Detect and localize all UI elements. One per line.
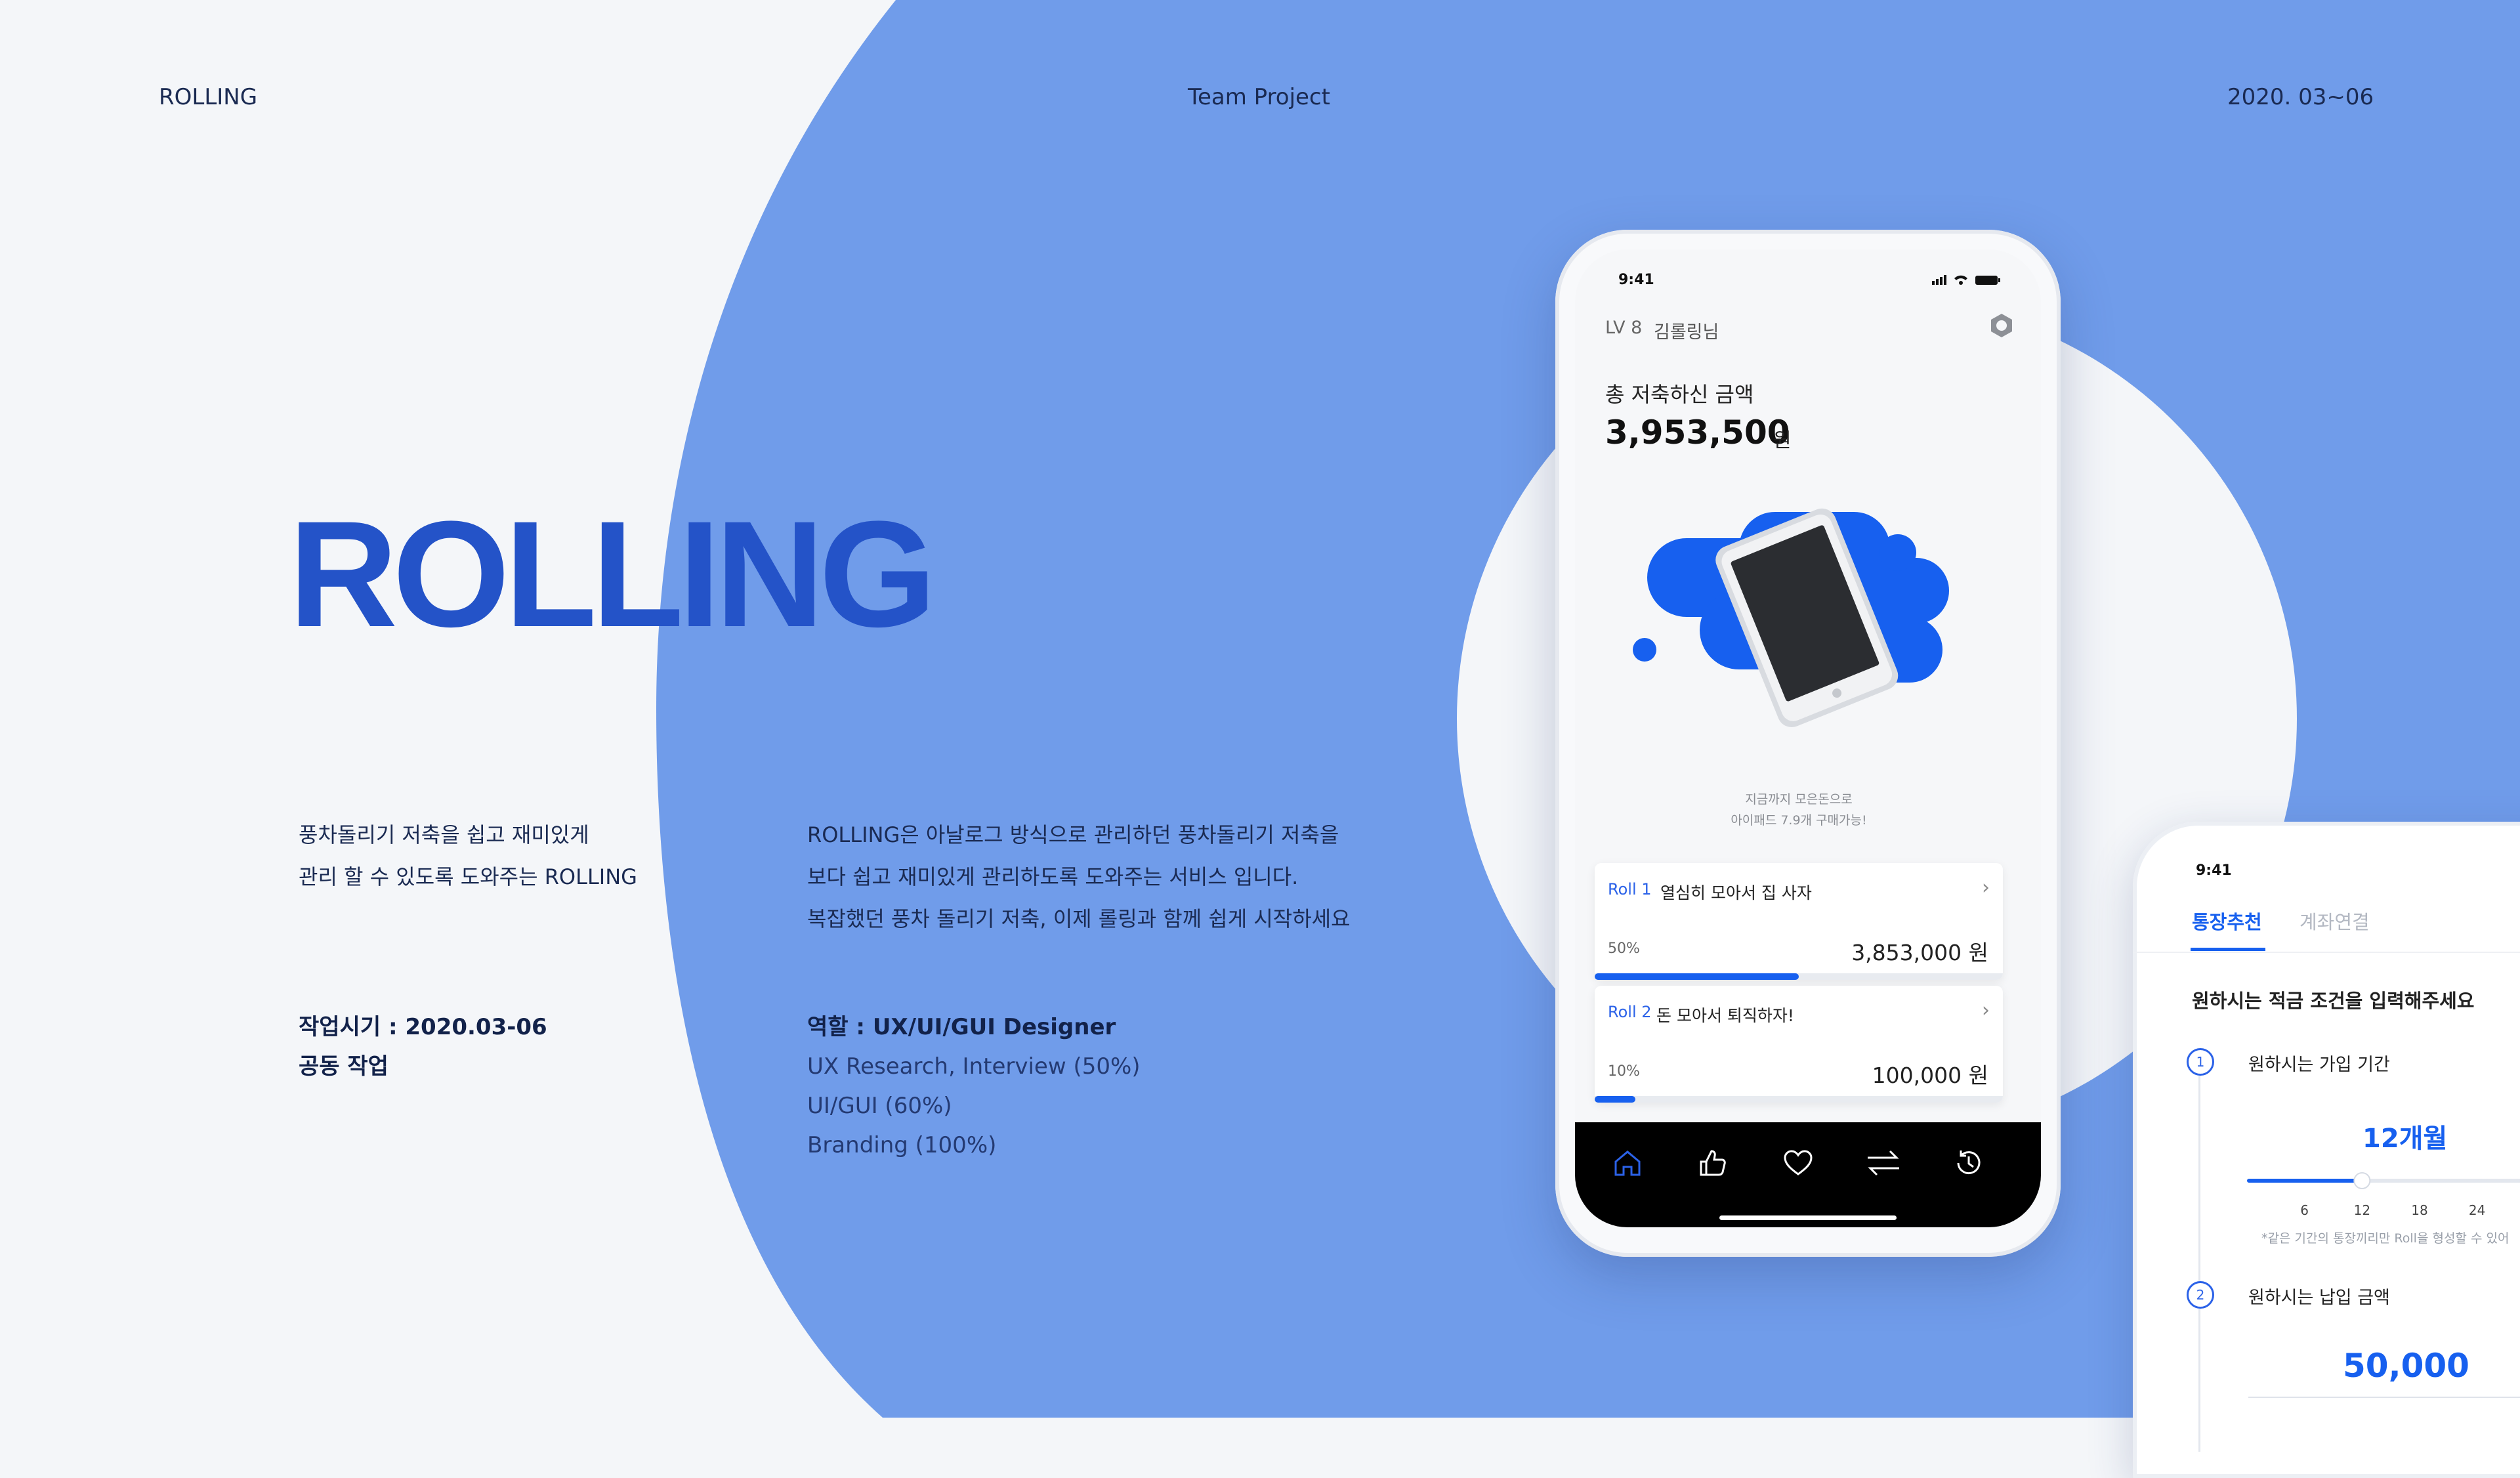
step-1-label: 원하시는 가입 기간	[2248, 1055, 2390, 1075]
phone2-status-time: 9:41	[2196, 862, 2232, 879]
work-collab: 공동 작업	[299, 1053, 388, 1080]
roll-card[interactable]: Roll 2 돈 모아서 퇴직하자! › 10% 100,000 원	[1595, 986, 2003, 1103]
slider-tick-label: 18	[2411, 1202, 2428, 1218]
total-label: 총 저축하신 금액	[1605, 382, 1754, 407]
intro-left: 풍차돌리기 저축을 쉽고 재미있게 관리 할 수 있도록 도와주는 ROLLIN…	[299, 814, 637, 898]
roll-card[interactable]: Roll 1 열심히 모아서 집 사자 › 50% 3,853,000 원	[1595, 863, 2003, 980]
status-time: 9:41	[1618, 272, 1654, 288]
thumbs-up-icon[interactable]	[1687, 1137, 1739, 1189]
role-meta: 역할 : UX/UI/GUI Designer UX Research, Int…	[807, 1007, 1141, 1165]
roll-tag: Roll 2	[1608, 1003, 1652, 1021]
slider-tick-label: 12	[2353, 1202, 2371, 1218]
transfer-icon[interactable]	[1857, 1137, 1910, 1189]
work-period: 작업시기 : 2020.03-06	[299, 1014, 547, 1040]
phone-screen: 9:41 LV 8 김롤링님 총 저축하신 금액 3,953,500 원 지금까…	[1575, 249, 2041, 1227]
ipad-caption-line: 지금까지 모은돈으로	[1745, 792, 1853, 807]
roll-amount: 3,853,000 원	[1851, 940, 1988, 965]
tab-divider	[2133, 952, 2520, 953]
intro-right-line: ROLLING은 아날로그 방식으로 관리하던 풍차돌리기 저축을	[807, 822, 1339, 847]
roll-tag: Roll 1	[1608, 880, 1652, 898]
step-2-badge: 2	[2187, 1281, 2214, 1309]
total-amount: 3,953,500	[1605, 413, 1790, 452]
period-value: 12개월	[2362, 1124, 2448, 1154]
hero-title: ROLLING	[289, 490, 936, 658]
steps-line	[2198, 1051, 2200, 1452]
ipad-illustration	[1633, 508, 1949, 728]
progress-track	[1595, 1096, 2003, 1103]
heart-icon[interactable]	[1772, 1137, 1824, 1189]
bottom-tab-bar	[1575, 1122, 2041, 1227]
intro-right-line: 복잡했던 풍차 돌리기 저축, 이제 롤링과 함께 쉽게 시작하세요	[807, 906, 1351, 931]
slider-tick-label: 24	[2468, 1202, 2486, 1218]
total-currency: 원	[1773, 429, 1792, 452]
ipad-caption: 지금까지 모은돈으로 아이패드 7.9개 구매가능!	[1575, 789, 2023, 831]
step-1-badge: 1	[2187, 1048, 2214, 1076]
slider-tick-label: 6	[2300, 1202, 2309, 1218]
chevron-right-icon: ›	[1982, 876, 1990, 899]
roll-amount: 100,000 원	[1872, 1063, 1988, 1088]
intro-right: ROLLING은 아날로그 방식으로 관리하던 풍차돌리기 저축을 보다 쉽고 …	[807, 814, 1351, 940]
home-indicator	[1719, 1215, 1897, 1220]
intro-right-line: 보다 쉽고 재미있게 관리하도록 도와주는 서비스 입니다.	[807, 864, 1299, 889]
user-name: 김롤링님	[1654, 322, 1719, 343]
amount-value[interactable]: 50,000	[2343, 1347, 2469, 1385]
period-slider[interactable]	[2244, 1171, 2520, 1191]
home-icon[interactable]	[1601, 1137, 1654, 1189]
roll-percent: 50%	[1608, 940, 1640, 957]
settings-icon[interactable]	[1988, 312, 2015, 341]
status-icons	[1932, 272, 2004, 290]
work-meta: 작업시기 : 2020.03-06 공동 작업	[299, 1007, 547, 1086]
role-item: UX Research, Interview (50%)	[807, 1053, 1141, 1080]
amount-underline	[2248, 1397, 2520, 1398]
history-icon[interactable]	[1942, 1137, 1995, 1189]
role-title: 역할 : UX/UI/GUI Designer	[807, 1014, 1116, 1040]
header-date: 2020. 03~06	[2227, 84, 2374, 110]
role-item: UI/GUI (60%)	[807, 1093, 952, 1119]
role-item: Branding (100%)	[807, 1132, 997, 1158]
progress-fill	[1595, 973, 1799, 980]
progress-track	[1595, 973, 2003, 980]
ipad-caption-line: 아이패드 7.9개 구매가능!	[1731, 813, 1867, 828]
user-level: LV 8	[1605, 318, 1643, 338]
intro-left-line: 풍차돌리기 저축을 쉽고 재미있게	[299, 822, 589, 847]
chevron-right-icon: ›	[1982, 999, 1990, 1022]
tab-active-indicator	[2191, 948, 2265, 951]
period-note: *같은 기간의 통장끼리만 Roll을 형성할 수 있어	[2261, 1231, 2510, 1246]
phone2-screen: 9:41 통장추천 계좌연결 원하시는 적금 조건을 입력해주세요 1 원하시는…	[2133, 822, 2520, 1478]
header-brand: ROLLING	[159, 84, 258, 110]
roll-title: 열심히 모아서 집 사자	[1660, 883, 1812, 902]
roll-percent: 10%	[1608, 1063, 1640, 1080]
intro-left-line: 관리 할 수 있도록 도와주는 ROLLING	[299, 864, 637, 889]
phone2-heading: 원하시는 적금 조건을 입력해주세요	[2192, 990, 2475, 1012]
tab-account-recommend[interactable]: 통장추천	[2192, 907, 2262, 935]
roll-title: 돈 모아서 퇴직하자!	[1656, 1006, 1794, 1025]
header-team-project: Team Project	[1188, 84, 1330, 110]
step-2-label: 원하시는 납입 금액	[2248, 1288, 2390, 1308]
progress-fill	[1595, 1096, 1636, 1103]
slider-ticks: 612182430	[2244, 1202, 2520, 1222]
tab-account-link[interactable]: 계좌연결	[2300, 907, 2370, 935]
